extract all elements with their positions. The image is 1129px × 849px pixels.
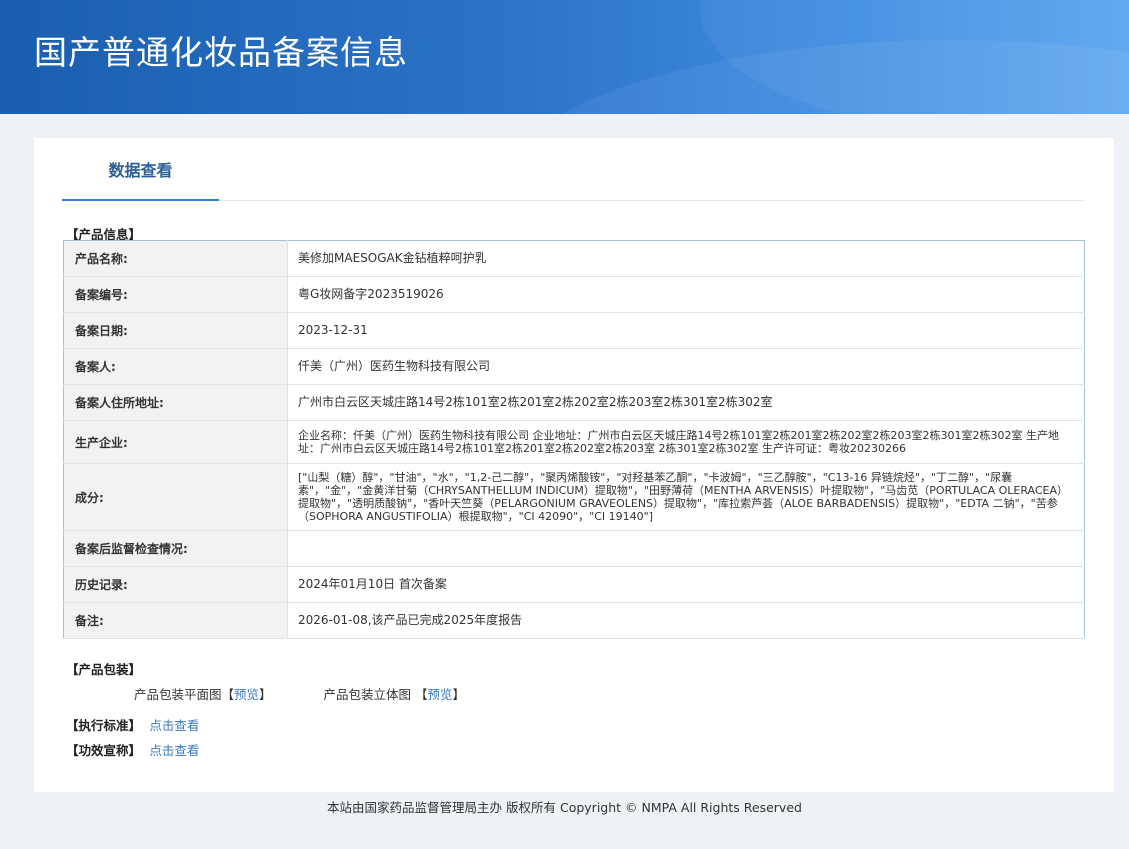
field-value: 2026-01-08,该产品已完成2025年度报告 <box>287 602 1085 639</box>
field-value: 美修加MAESOGAK金钻植粹呵护乳 <box>287 240 1085 277</box>
table-row: 成分: ["山梨（糖）醇"，"甘油"，"水"，"1,2-己二醇"，"聚丙烯酸铵"… <box>63 463 1085 531</box>
table-row: 产品名称: 美修加MAESOGAK金钻植粹呵护乳 <box>63 240 1085 277</box>
packaging-stereo-label: 产品包装立体图 <box>323 687 412 702</box>
header-banner: 国产普通化妆品备案信息 <box>0 0 1129 114</box>
field-label: 产品名称: <box>63 240 288 277</box>
table-row: 备案人住所地址: 广州市白云区天城庄路14号2栋101室2栋201室2栋202室… <box>63 384 1085 421</box>
efficacy-view-link[interactable]: 点击查看 <box>149 743 199 758</box>
section-packaging: 【产品包装】 <box>66 662 142 677</box>
table-row: 备注: 2026-01-08,该产品已完成2025年度报告 <box>63 602 1085 639</box>
table-row: 备案编号: 粤G妆网备字2023519026 <box>63 276 1085 313</box>
tab-data-view[interactable]: 数据查看 <box>62 138 219 201</box>
table-row: 备案人: 仟美（广州）医药生物科技有限公司 <box>63 348 1085 385</box>
field-label: 历史记录: <box>63 566 288 603</box>
field-value: 广州市白云区天城庄路14号2栋101室2栋201室2栋202室2栋203室2栋3… <box>287 384 1085 421</box>
content-card: 数据查看 【产品信息】 产品名称: 美修加MAESOGAK金钻植粹呵护乳 备案编… <box>34 138 1114 792</box>
product-info-table: 产品名称: 美修加MAESOGAK金钻植粹呵护乳 备案编号: 粤G妆网备字202… <box>63 240 1085 639</box>
field-value: 粤G妆网备字2023519026 <box>287 276 1085 313</box>
packaging-stereo-preview-link[interactable]: 预览 <box>428 687 453 702</box>
field-label: 生产企业: <box>63 420 288 464</box>
field-label: 备案后监督检查情况: <box>63 530 288 567</box>
field-label: 备案人住所地址: <box>63 384 288 421</box>
table-row: 生产企业: 企业名称：仟美（广州）医药生物科技有限公司 企业地址：广州市白云区天… <box>63 420 1085 464</box>
field-label: 备案日期: <box>63 312 288 349</box>
field-value: ["山梨（糖）醇"，"甘油"，"水"，"1,2-己二醇"，"聚丙烯酸铵"，"对羟… <box>287 463 1085 531</box>
packaging-flat-preview-link[interactable]: 预览 <box>234 687 259 702</box>
section-efficacy: 【功效宣称】 点击查看 <box>66 743 200 758</box>
section-standard: 【执行标准】 点击查看 <box>66 718 200 733</box>
field-value <box>287 530 1085 567</box>
field-value: 2024年01月10日 首次备案 <box>287 566 1085 603</box>
footer-copyright: 本站由国家药品监督管理局主办 版权所有 Copyright © NMPA All… <box>327 800 802 815</box>
field-label: 备注: <box>63 602 288 639</box>
page-title: 国产普通化妆品备案信息 <box>34 33 408 72</box>
standard-view-link[interactable]: 点击查看 <box>149 718 199 733</box>
field-value: 仟美（广州）医药生物科技有限公司 <box>287 348 1085 385</box>
field-value: 2023-12-31 <box>287 312 1085 349</box>
table-row: 备案后监督检查情况: <box>63 530 1085 567</box>
packaging-flat-label: 产品包装平面图 <box>134 687 222 702</box>
table-row: 备案日期: 2023-12-31 <box>63 312 1085 349</box>
packaging-row: 产品包装平面图【预览】 产品包装立体图 【预览】 <box>134 687 466 702</box>
field-label: 成分: <box>63 463 288 531</box>
field-label: 备案人: <box>63 348 288 385</box>
field-label: 备案编号: <box>63 276 288 313</box>
table-row: 历史记录: 2024年01月10日 首次备案 <box>63 566 1085 603</box>
tab-bar: 数据查看 <box>62 138 1084 201</box>
field-value: 企业名称：仟美（广州）医药生物科技有限公司 企业地址：广州市白云区天城庄路14号… <box>287 420 1085 464</box>
